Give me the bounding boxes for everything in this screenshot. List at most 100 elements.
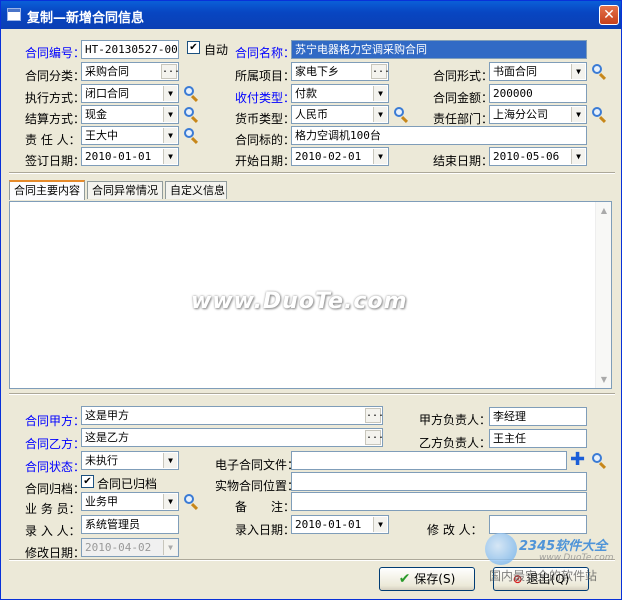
- exec-mode-value: 闭口合同: [85, 87, 129, 100]
- party-b-input[interactable]: 这是乙方...: [81, 428, 383, 447]
- corner-slogan: 国内最安全的软件站: [489, 569, 598, 583]
- ellipsis-icon[interactable]: ...: [371, 64, 388, 79]
- entered-by-input[interactable]: 系统管理员: [81, 515, 179, 534]
- subject-label: 合同标的：: [235, 133, 296, 147]
- chevron-down-icon[interactable]: ▼: [373, 107, 387, 122]
- salesman-value: 业务甲: [85, 495, 118, 508]
- owner-select[interactable]: 王大中 ▼: [81, 126, 179, 145]
- vertical-scrollbar[interactable]: ▲ ▼: [595, 202, 611, 388]
- subject-input[interactable]: 格力空调机100台: [291, 126, 587, 145]
- modify-date-value: 2010-04-02: [85, 541, 152, 554]
- ellipsis-icon[interactable]: ...: [161, 64, 178, 79]
- ellipsis-icon[interactable]: ...: [365, 408, 382, 423]
- amount-label: 合同金额：: [433, 91, 494, 105]
- form-type-select[interactable]: 书面合同 ▼: [489, 62, 587, 81]
- chevron-down-icon[interactable]: ▼: [373, 86, 387, 101]
- amount-input[interactable]: 200000: [489, 84, 587, 103]
- pay-type-select[interactable]: 付款 ▼: [291, 84, 389, 103]
- search-icon[interactable]: [181, 126, 200, 145]
- entry-date-picker[interactable]: 2010-01-01 ▼: [291, 515, 389, 534]
- owner-label: 责 任 人：: [25, 133, 81, 147]
- dept-select[interactable]: 上海分公司 ▼: [489, 105, 587, 124]
- end-date-label: 结束日期：: [433, 154, 494, 168]
- tab-custom-info[interactable]: 自定义信息: [165, 181, 227, 199]
- chevron-down-icon[interactable]: ▼: [163, 494, 177, 509]
- party-a-person-label: 甲方负责人：: [419, 413, 492, 427]
- settle-value: 现金: [85, 108, 107, 121]
- archived-checkbox[interactable]: ✔: [81, 475, 94, 488]
- search-icon[interactable]: [589, 62, 608, 81]
- entry-date-label: 录入日期：: [235, 523, 296, 537]
- party-b-person-input[interactable]: 王主任: [489, 429, 587, 448]
- tab-main-content[interactable]: 合同主要内容: [9, 180, 85, 200]
- form-type-value: 书面合同: [493, 65, 537, 78]
- search-icon[interactable]: [589, 451, 608, 470]
- dept-label: 责任部门：: [433, 112, 494, 126]
- start-date-picker[interactable]: 2010-02-01 ▼: [291, 147, 389, 166]
- status-value: 未执行: [85, 454, 118, 467]
- settle-label: 结算方式：: [25, 112, 86, 126]
- chevron-down-icon[interactable]: ▼: [571, 149, 585, 164]
- divider: [9, 172, 615, 174]
- category-value: 采购合同: [85, 65, 129, 78]
- project-input[interactable]: 家电下乡...: [291, 62, 389, 81]
- tab-exceptions[interactable]: 合同异常情况: [87, 181, 163, 199]
- dialog-window: 复制—新增合同信息 ✕ 合同编号： HT-20130527-0001 ✔ 自动 …: [0, 0, 622, 600]
- chevron-down-icon[interactable]: ▼: [163, 453, 177, 468]
- end-date-picker[interactable]: 2010-05-06 ▼: [489, 147, 587, 166]
- party-a-person-input[interactable]: 李经理: [489, 407, 587, 426]
- auto-checkbox[interactable]: ✔: [187, 41, 200, 54]
- chevron-down-icon[interactable]: ▼: [571, 64, 585, 79]
- location-input[interactable]: [291, 472, 587, 491]
- currency-select[interactable]: 人民币 ▼: [291, 105, 389, 124]
- search-icon[interactable]: [589, 105, 608, 124]
- e-file-label: 电子合同文件：: [215, 458, 300, 472]
- entered-by-label: 录 入 人：: [25, 524, 81, 538]
- category-label: 合同分类：: [25, 69, 86, 83]
- save-button[interactable]: ✔ 保存(S): [379, 567, 475, 591]
- party-b-value: 这是乙方: [85, 431, 129, 444]
- close-button[interactable]: ✕: [599, 5, 619, 25]
- sign-date-picker[interactable]: 2010-01-01 ▼: [81, 147, 179, 166]
- remark-input[interactable]: [291, 492, 587, 511]
- ellipsis-icon[interactable]: ...: [365, 430, 382, 445]
- salesman-select[interactable]: 业务甲 ▼: [81, 492, 179, 511]
- settle-select[interactable]: 现金 ▼: [81, 105, 179, 124]
- scroll-down-icon[interactable]: ▼: [597, 372, 611, 387]
- remark-label: 备 注：: [235, 500, 296, 514]
- title-bar[interactable]: 复制—新增合同信息 ✕: [1, 1, 621, 29]
- search-icon[interactable]: [181, 492, 200, 511]
- end-date-value: 2010-05-06: [493, 150, 560, 163]
- status-select[interactable]: 未执行 ▼: [81, 451, 179, 470]
- chevron-down-icon[interactable]: ▼: [373, 517, 387, 532]
- exec-mode-select[interactable]: 闭口合同 ▼: [81, 84, 179, 103]
- party-a-value: 这是甲方: [85, 409, 129, 422]
- party-a-input[interactable]: 这是甲方...: [81, 406, 383, 425]
- archive-label: 合同归档：: [25, 482, 86, 496]
- auto-label: 自动: [204, 43, 229, 57]
- search-icon[interactable]: [391, 105, 410, 124]
- check-icon: ✔: [398, 571, 411, 587]
- search-icon[interactable]: [181, 84, 200, 103]
- contract-no-label: 合同编号：: [25, 46, 86, 60]
- form-type-label: 合同形式：: [433, 69, 494, 83]
- project-label: 所属项目：: [235, 69, 296, 83]
- category-input[interactable]: 采购合同...: [81, 62, 179, 81]
- dept-value: 上海分公司: [493, 108, 548, 121]
- pay-type-value: 付款: [295, 87, 317, 100]
- chevron-down-icon[interactable]: ▼: [163, 149, 177, 164]
- chevron-down-icon[interactable]: ▼: [163, 128, 177, 143]
- chevron-down-icon[interactable]: ▼: [163, 86, 177, 101]
- pay-type-label: 收付类型：: [235, 91, 296, 105]
- chevron-down-icon[interactable]: ▼: [163, 107, 177, 122]
- add-icon[interactable]: ✚: [568, 451, 587, 470]
- contract-no-input[interactable]: HT-20130527-0001: [81, 40, 179, 59]
- party-b-person-label: 乙方负责人：: [419, 436, 492, 450]
- currency-label: 货币类型：: [235, 112, 296, 126]
- chevron-down-icon[interactable]: ▼: [373, 149, 387, 164]
- scroll-up-icon[interactable]: ▲: [597, 203, 611, 218]
- search-icon[interactable]: [181, 105, 200, 124]
- contract-name-input[interactable]: 苏宁电器格力空调采购合同: [291, 40, 587, 59]
- chevron-down-icon[interactable]: ▼: [571, 107, 585, 122]
- e-file-input[interactable]: [291, 451, 567, 470]
